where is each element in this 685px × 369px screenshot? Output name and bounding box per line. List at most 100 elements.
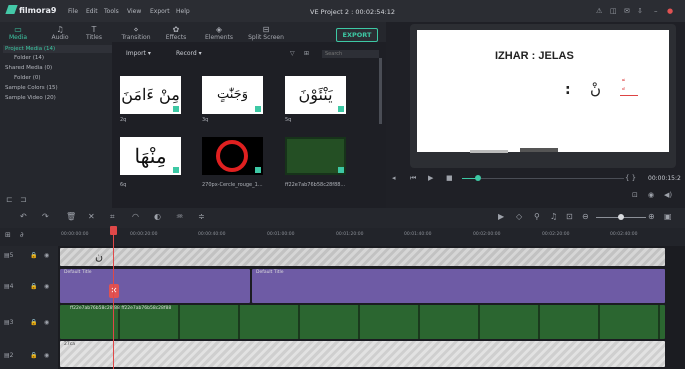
tab-effects[interactable]: ✿ Effects	[158, 25, 194, 41]
eye-icon[interactable]: ◉	[44, 252, 49, 259]
voiceover-icon[interactable]: ⚲	[534, 212, 540, 221]
media-thumb[interactable]	[285, 137, 346, 175]
cut-icon[interactable]: ✕	[88, 212, 95, 221]
brackets-icon[interactable]: { }	[625, 174, 636, 182]
zoom-slider-handle[interactable]	[618, 214, 624, 220]
track2-clip-label: 27ca	[64, 342, 75, 347]
sidebar-item-shared-media[interactable]: Shared Media (0)	[5, 65, 52, 71]
link-icon[interactable]: ∂	[20, 231, 24, 239]
whiteboard	[417, 30, 669, 152]
render-icon[interactable]: ⊡	[632, 191, 638, 199]
crop-icon[interactable]: ⌗	[110, 212, 115, 222]
track5-clip-label: ن	[95, 250, 104, 263]
audio-icon[interactable]: ♫	[550, 212, 557, 221]
eye-icon[interactable]: ◉	[44, 283, 49, 290]
add-track-icon[interactable]: ⊞	[5, 231, 11, 239]
ruler-tick: 00:00:40:00	[198, 232, 226, 237]
eye-icon[interactable]: ◉	[44, 352, 49, 359]
lock-icon[interactable]: 🔒	[30, 352, 37, 359]
ruler-tick: 00:01:40:00	[404, 232, 432, 237]
track2-clip[interactable]	[60, 341, 665, 367]
rewind-icon[interactable]: ⏮	[410, 174, 416, 183]
delete-icon[interactable]: 🗑	[66, 212, 76, 221]
adjust-icon[interactable]: ≑	[198, 212, 205, 221]
preview-progress-handle[interactable]	[475, 175, 481, 181]
import-dropdown[interactable]: Import ▾	[126, 50, 151, 57]
ruler-tick: 00:02:20:00	[542, 232, 570, 237]
sidebar-item-folder[interactable]: Folder (14)	[14, 55, 44, 61]
fit-icon[interactable]: ▣	[664, 212, 672, 221]
menu-view[interactable]: View	[127, 8, 141, 15]
media-thumb[interactable]: مِنْ ءَامَنَ	[120, 76, 181, 114]
sidebar-item-sample-colors[interactable]: Sample Colors (15)	[5, 85, 58, 91]
download-icon[interactable]: ⇩	[637, 7, 643, 15]
render-preview-icon[interactable]: ▶	[498, 212, 504, 221]
menu-export[interactable]: Export	[150, 8, 170, 15]
close-icon[interactable]: ●	[667, 7, 673, 15]
folder-add-icon[interactable]: ⊐	[20, 195, 27, 204]
playhead-handle[interactable]	[110, 226, 117, 235]
play-icon[interactable]: ▶	[428, 174, 433, 182]
mail-icon[interactable]: ✉	[624, 7, 630, 15]
board-eraser	[520, 148, 558, 152]
eye-icon[interactable]: ◉	[44, 319, 49, 326]
lock-icon[interactable]: 🔒	[30, 283, 37, 290]
media-search-input[interactable]: Search	[322, 50, 379, 58]
account-icon[interactable]: ⚠	[596, 7, 602, 15]
snapshot-icon[interactable]: ◉	[648, 191, 654, 199]
menu-help[interactable]: Help	[176, 8, 190, 15]
color-icon[interactable]: ◐	[154, 212, 161, 221]
record-dropdown[interactable]: Record ▾	[176, 50, 202, 57]
preview-timecode: 00:00:15:2	[648, 175, 681, 182]
export-button[interactable]: EXPORT	[336, 28, 378, 42]
media-thumb[interactable]: وَجَنّٰتٍ أَلْفَافًا	[202, 76, 263, 114]
marker-icon[interactable]: ◇	[516, 212, 522, 221]
redo-icon[interactable]: ↷	[42, 212, 49, 221]
app-logo: filmora9	[5, 5, 56, 15]
media-thumb[interactable]: مِنْهَا	[120, 137, 181, 175]
media-thumb[interactable]: يَنْئَوْنَ	[285, 76, 346, 114]
ruler-tick: 00:02:40:00	[610, 232, 638, 237]
track4-clip-label: Default Title	[256, 270, 284, 275]
menu-edit[interactable]: Edit	[86, 8, 98, 15]
menu-file[interactable]: File	[68, 8, 78, 15]
new-folder-icon[interactable]: ⊏	[6, 195, 13, 204]
snapshot-timeline-icon[interactable]: ⊡	[566, 212, 573, 221]
tab-transition[interactable]: ⋄ Transition	[116, 25, 156, 41]
stop-icon[interactable]: ■	[446, 174, 453, 182]
speed-icon[interactable]: ◠	[132, 212, 139, 221]
track-label: ▤3	[4, 319, 14, 326]
track5-clip[interactable]	[60, 248, 665, 266]
cart-icon[interactable]: ◫	[610, 7, 617, 15]
minimize-icon[interactable]: –	[654, 7, 658, 15]
lock-icon[interactable]: 🔒	[30, 319, 37, 326]
split-screen-icon: ⊟	[262, 25, 270, 34]
playhead[interactable]	[113, 228, 114, 369]
filter-icon[interactable]: ▽	[290, 50, 295, 57]
prev-frame-icon[interactable]: ◂	[392, 174, 396, 182]
zoom-in-icon[interactable]: ⊕	[648, 212, 655, 221]
track4-title-clip[interactable]	[252, 269, 665, 303]
preview-marks: ً ٍ	[622, 79, 625, 90]
tab-titles[interactable]: T Titles	[76, 25, 112, 41]
tab-elements[interactable]: ◈ Elements	[200, 25, 238, 41]
audio-mixer-icon[interactable]: ♒	[176, 212, 183, 221]
sidebar-item-project-media[interactable]: Project Media (14)	[3, 45, 113, 53]
tab-split-screen[interactable]: ⊟ Split Screen	[246, 25, 286, 41]
preview-progress-track[interactable]	[462, 178, 624, 179]
menu-tools[interactable]: Tools	[104, 8, 119, 15]
undo-icon[interactable]: ↶	[20, 212, 27, 221]
split-marker-icon[interactable]: ✕	[109, 284, 119, 298]
grid-view-icon[interactable]: ⊞	[304, 50, 309, 57]
lock-icon[interactable]: 🔒	[30, 252, 37, 259]
tab-media[interactable]: ▭ Media	[0, 25, 36, 41]
sidebar-item-shared-folder[interactable]: Folder (0)	[14, 75, 41, 81]
volume-icon[interactable]: ◀)	[664, 191, 672, 199]
zoom-out-icon[interactable]: ⊖	[582, 212, 589, 221]
sidebar-item-sample-video[interactable]: Sample Video (20)	[5, 95, 56, 101]
ruler-tick: 00:01:20:00	[336, 232, 364, 237]
tab-audio[interactable]: ♫ Audio	[42, 25, 78, 41]
media-scrollbar[interactable]	[379, 58, 382, 124]
timeline-ruler[interactable]	[0, 228, 685, 246]
media-thumb[interactable]	[202, 137, 263, 175]
